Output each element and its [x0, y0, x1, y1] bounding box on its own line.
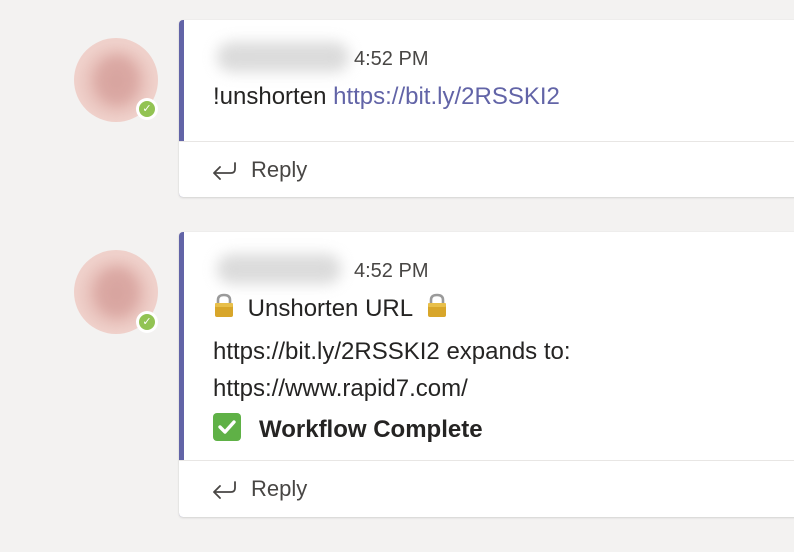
presence-badge: ✓ — [136, 98, 158, 120]
reply-label: Reply — [251, 476, 308, 501]
message-timestamp: 4:52 PM — [354, 48, 429, 70]
sender-name-redacted — [217, 42, 349, 72]
available-check-icon: ✓ — [139, 314, 155, 330]
message-card: 4:52 PM Unshorten URL https://bit.ly/2RS… — [179, 232, 794, 517]
result-url: https://www.rapid7.com/ — [213, 375, 468, 402]
message-title-line: Unshorten URL — [213, 293, 448, 323]
expand-line: https://bit.ly/2RSSKI2 expands to: — [213, 338, 571, 365]
lock-icon — [427, 293, 446, 317]
reply-button[interactable]: Reply — [211, 473, 307, 505]
command-text: !unshorten — [213, 83, 334, 110]
short-link[interactable]: https://bit.ly/2RSSKI2 — [333, 83, 560, 110]
check-mark-button-icon — [213, 413, 241, 441]
workflow-status: Workflow Complete — [259, 416, 483, 443]
message-body: !unshorten https://bit.ly/2RSSKI2 — [213, 83, 560, 111]
status-line: Workflow Complete — [213, 413, 483, 444]
reply-button[interactable]: Reply — [211, 154, 307, 186]
message-timestamp: 4:52 PM — [354, 260, 429, 282]
available-check-icon: ✓ — [139, 101, 155, 117]
avatar-blurred-face — [96, 56, 138, 104]
reply-arrow-icon — [213, 162, 236, 180]
reply-bar: Reply — [179, 460, 794, 517]
presence-badge: ✓ — [136, 311, 158, 333]
reply-bar: Reply — [179, 141, 794, 197]
message-title: Unshorten URL — [247, 295, 414, 322]
message-card: 4:52 PM !unshorten https://bit.ly/2RSSKI… — [179, 20, 794, 197]
avatar-blurred-face — [96, 268, 138, 316]
lock-icon — [215, 293, 233, 317]
reply-arrow-icon — [213, 481, 236, 499]
sender-name-redacted — [217, 254, 341, 284]
reply-label: Reply — [251, 157, 308, 182]
